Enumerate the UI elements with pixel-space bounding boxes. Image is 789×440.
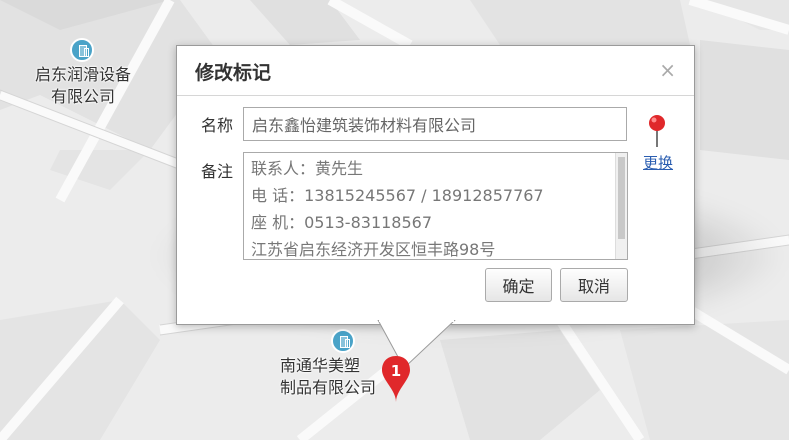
change-icon-link[interactable]: 更换 bbox=[643, 152, 673, 173]
building-poi-icon[interactable] bbox=[331, 329, 355, 353]
note-line: 江苏省启东经济开发区恒丰路98号 bbox=[251, 240, 496, 259]
note-label: 备注 bbox=[201, 162, 234, 181]
name-label: 名称 bbox=[201, 116, 234, 135]
note-scroll-thumb[interactable] bbox=[618, 157, 625, 239]
poi-label-top[interactable]: 启东润滑设备 有限公司 bbox=[18, 64, 148, 108]
dialog-title: 修改标记 bbox=[195, 62, 272, 84]
name-input[interactable] bbox=[243, 107, 627, 141]
note-lines: 联系人：黄先生 电 话：13815245567 / 18912857767 座 … bbox=[251, 155, 611, 259]
poi-top-line2: 有限公司 bbox=[50, 87, 115, 106]
confirm-button[interactable]: 确定 bbox=[485, 268, 552, 302]
cancel-button[interactable]: 取消 bbox=[560, 268, 628, 302]
note-line: 联系人：黄先生 bbox=[251, 159, 364, 178]
map-marker-icon[interactable]: 1 bbox=[380, 354, 412, 404]
edit-marker-dialog: 修改标记 × 名称 备注 联系人：黄先生 电 话：13815245567 / 1… bbox=[176, 45, 695, 325]
note-textarea[interactable]: 联系人：黄先生 电 话：13815245567 / 18912857767 座 … bbox=[243, 152, 628, 260]
note-scrollbar[interactable] bbox=[615, 153, 627, 259]
close-icon[interactable]: × bbox=[659, 60, 676, 80]
marker-number: 1 bbox=[391, 362, 401, 380]
note-line: 座 机：0513-83118567 bbox=[251, 213, 433, 232]
building-poi-icon[interactable] bbox=[70, 38, 94, 62]
dialog-header: 修改标记 × bbox=[177, 46, 694, 96]
poi-top-line1: 启东润滑设备 bbox=[34, 65, 131, 84]
note-line: 电 话：13815245567 / 18912857767 bbox=[251, 186, 544, 205]
map-pin-icon[interactable] bbox=[647, 114, 667, 148]
